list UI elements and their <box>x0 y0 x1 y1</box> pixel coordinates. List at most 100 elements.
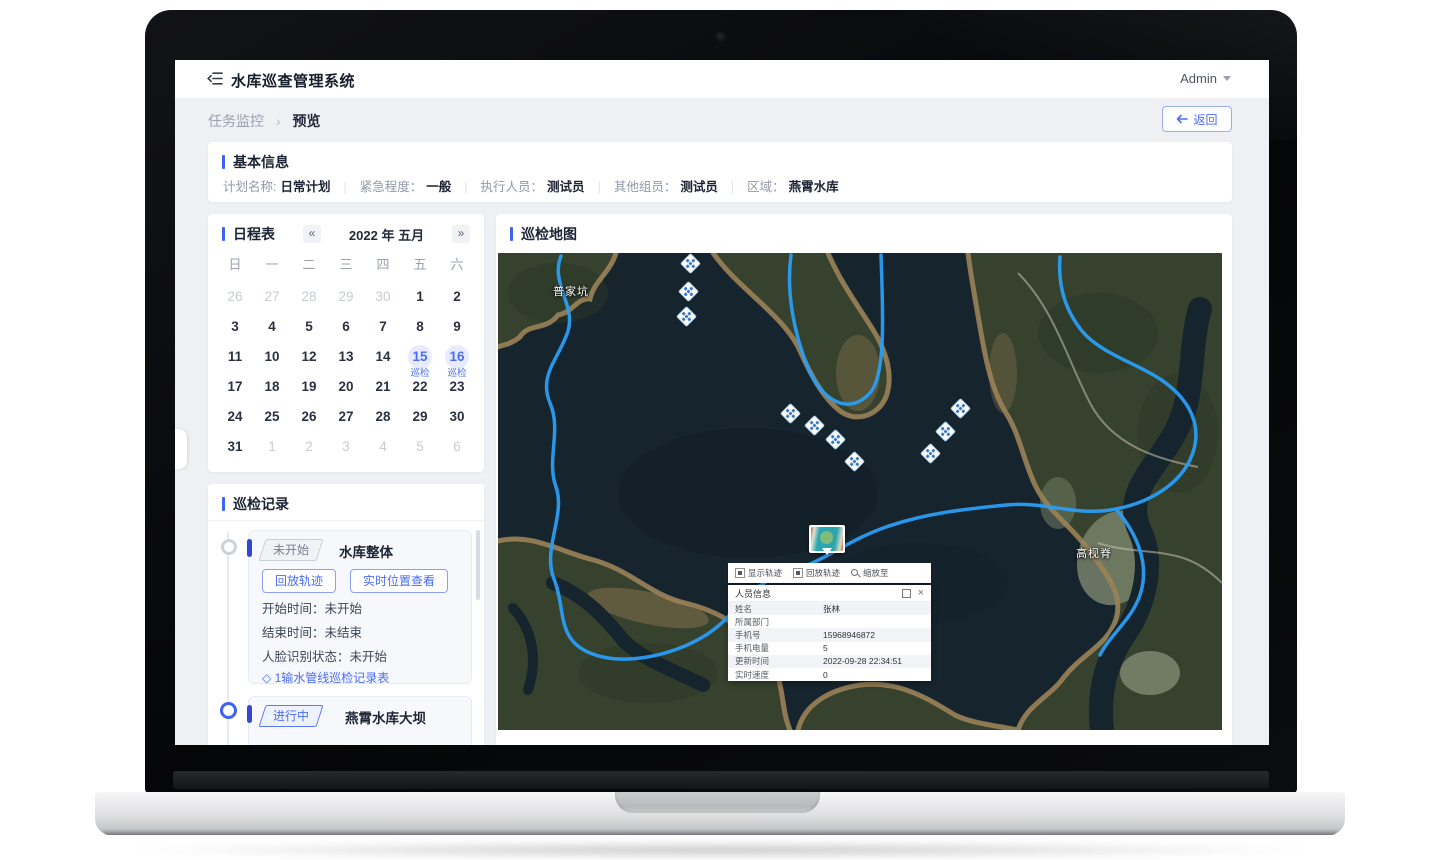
calendar-day[interactable]: 11 <box>220 344 250 370</box>
calendar-day-number: 21 <box>375 379 390 394</box>
breadcrumb-current: 预览 <box>292 113 320 129</box>
map-toolbar-item[interactable]: 缩放至 <box>851 567 889 579</box>
record-item-card[interactable]: 未开始 水库整体 回放轨迹实时位置查看 开始时间：未开始结束时间：未结束人脸识别… <box>248 530 472 684</box>
record-form-link[interactable]: ◇ 1输水管线巡检记录表 <box>262 669 389 686</box>
checkbox-icon <box>793 568 803 578</box>
calendar-day[interactable]: 1 <box>405 284 435 310</box>
record-info-lines: 开始时间：未开始结束时间：未结束人脸识别状态：未开始 <box>262 597 387 669</box>
calendar-day[interactable]: 4 <box>368 434 398 460</box>
calendar-day[interactable]: 25 <box>257 404 287 430</box>
calendar-day[interactable]: 8 <box>405 314 435 340</box>
weekday-label: 五 <box>405 254 435 273</box>
calendar-week-row: 17 18 19 20 21 22 23 <box>220 374 472 400</box>
calendar-day[interactable]: 3 <box>220 314 250 340</box>
calendar-day[interactable]: 30 <box>442 404 472 430</box>
calendar-day[interactable]: 14 <box>368 344 398 370</box>
weekday-label: 六 <box>442 254 472 273</box>
calendar-day[interactable]: 27 <box>257 284 287 310</box>
info-field-label: 执行人员： <box>481 180 544 194</box>
calendar-day[interactable]: 19 <box>294 374 324 400</box>
basic-info-card: 基本信息 计划名称:日常计划|紧急程度：一般|执行人员：测试员|其他组员：测试员… <box>208 142 1232 202</box>
magnifier-icon <box>851 569 860 578</box>
calendar-day[interactable]: 23 <box>442 374 472 400</box>
breadcrumb-parent[interactable]: 任务监控 <box>208 113 264 129</box>
calendar-day[interactable]: 9 <box>442 314 472 340</box>
calendar-day[interactable]: 5 <box>405 434 435 460</box>
calendar-day-number: 4 <box>268 319 276 334</box>
scrollbar-thumb[interactable] <box>476 530 480 600</box>
calendar-day[interactable]: 2 <box>442 284 472 310</box>
popup-row: 所属部门 <box>728 615 931 628</box>
calendar-day[interactable]: 28 <box>294 284 324 310</box>
calendar-day[interactable]: 10 <box>257 344 287 370</box>
record-item-card[interactable]: 进行中 燕霄水库大坝 <box>248 696 472 745</box>
calendar-day[interactable]: 29 <box>405 404 435 430</box>
info-field-value: 日常计划 <box>280 180 330 194</box>
map-place-label: 普家坑 <box>553 283 589 299</box>
popup-row: 更新时间2022-09-28 22:34:51 <box>728 655 931 668</box>
toolbar-label: 显示轨迹 <box>748 567 782 579</box>
calendar-day[interactable]: 5 <box>294 314 324 340</box>
calendar-day[interactable]: 16巡检 <box>442 344 472 370</box>
calendar-day[interactable]: 13 <box>331 344 361 370</box>
calendar-day-number: 16 <box>445 345 469 369</box>
person-location-marker[interactable] <box>809 525 845 553</box>
calendar-day-number: 29 <box>338 289 353 304</box>
calendar-day[interactable]: 30 <box>368 284 398 310</box>
info-field-value: 测试员 <box>547 180 585 194</box>
record-name: 燕霄水库大坝 <box>345 707 426 727</box>
laptop-base-rim <box>103 830 1337 835</box>
record-action-button[interactable]: 回放轨迹 <box>262 569 336 593</box>
calendar-day[interactable]: 12 <box>294 344 324 370</box>
popup-row: 姓名张林 <box>728 602 931 615</box>
calendar-day[interactable]: 24 <box>220 404 250 430</box>
popup-row-label: 所属部门 <box>735 616 823 628</box>
calendar-day-number: 27 <box>264 289 279 304</box>
section-bar-icon <box>222 497 225 511</box>
calendar-day[interactable]: 26 <box>294 404 324 430</box>
calendar-day-number: 7 <box>379 319 387 334</box>
calendar-day[interactable]: 26 <box>220 284 250 310</box>
calendar-day[interactable]: 4 <box>257 314 287 340</box>
calendar-day[interactable]: 6 <box>331 314 361 340</box>
inspection-map-card: 巡检地图 <box>496 214 1232 745</box>
drawer-handle[interactable] <box>175 429 187 469</box>
calendar-week-row: 31 123456 <box>220 434 472 460</box>
calendar-day-number: 19 <box>301 379 316 394</box>
calendar-day-number: 22 <box>412 379 427 394</box>
close-icon[interactable] <box>918 588 924 599</box>
calendar-day[interactable]: 31 <box>220 434 250 460</box>
calendar-day[interactable]: 21 <box>368 374 398 400</box>
calendar-day[interactable]: 7 <box>368 314 398 340</box>
back-button[interactable]: 返回 <box>1162 106 1232 132</box>
calendar-day[interactable]: 22 <box>405 374 435 400</box>
satellite-map[interactable]: 普家坑 高枧脊 显示轨迹回放轨迹缩放至 人员信息 姓名张 <box>498 253 1222 730</box>
calendar-day[interactable]: 27 <box>331 404 361 430</box>
calendar-day[interactable]: 6 <box>442 434 472 460</box>
webcam-dot <box>716 32 725 41</box>
maximize-icon[interactable] <box>902 589 911 598</box>
record-action-button[interactable]: 实时位置查看 <box>350 569 448 593</box>
calendar-next-button[interactable]: » <box>452 225 470 243</box>
calendar-day[interactable]: 1 <box>257 434 287 460</box>
popup-row-value: 5 <box>823 643 924 653</box>
calendar-week-row: 3 4 56 7 8 9 <box>220 314 472 340</box>
calendar-day[interactable]: 18 <box>257 374 287 400</box>
calendar-prev-button[interactable]: « <box>303 225 321 243</box>
menu-collapse-icon[interactable] <box>207 71 223 86</box>
calendar-day-number: 8 <box>416 319 424 334</box>
laptop-shadow <box>110 842 1330 858</box>
calendar-day[interactable]: 29 <box>331 284 361 310</box>
calendar-day[interactable]: 20 <box>331 374 361 400</box>
calendar-day[interactable]: 3 <box>331 434 361 460</box>
map-toolbar-item[interactable]: 显示轨迹 <box>735 567 782 579</box>
laptop-base <box>95 792 1345 835</box>
basic-info-fields: 计划名称:日常计划|紧急程度：一般|执行人员：测试员|其他组员：测试员|区域：燕… <box>223 176 839 195</box>
admin-menu[interactable]: Admin <box>1180 71 1231 86</box>
map-toolbar-item[interactable]: 回放轨迹 <box>793 567 840 579</box>
calendar-day[interactable]: 17 <box>220 374 250 400</box>
calendar-day[interactable]: 2 <box>294 434 324 460</box>
divider <box>208 520 484 521</box>
calendar-day[interactable]: 15巡检 <box>405 344 435 370</box>
calendar-day[interactable]: 28 <box>368 404 398 430</box>
